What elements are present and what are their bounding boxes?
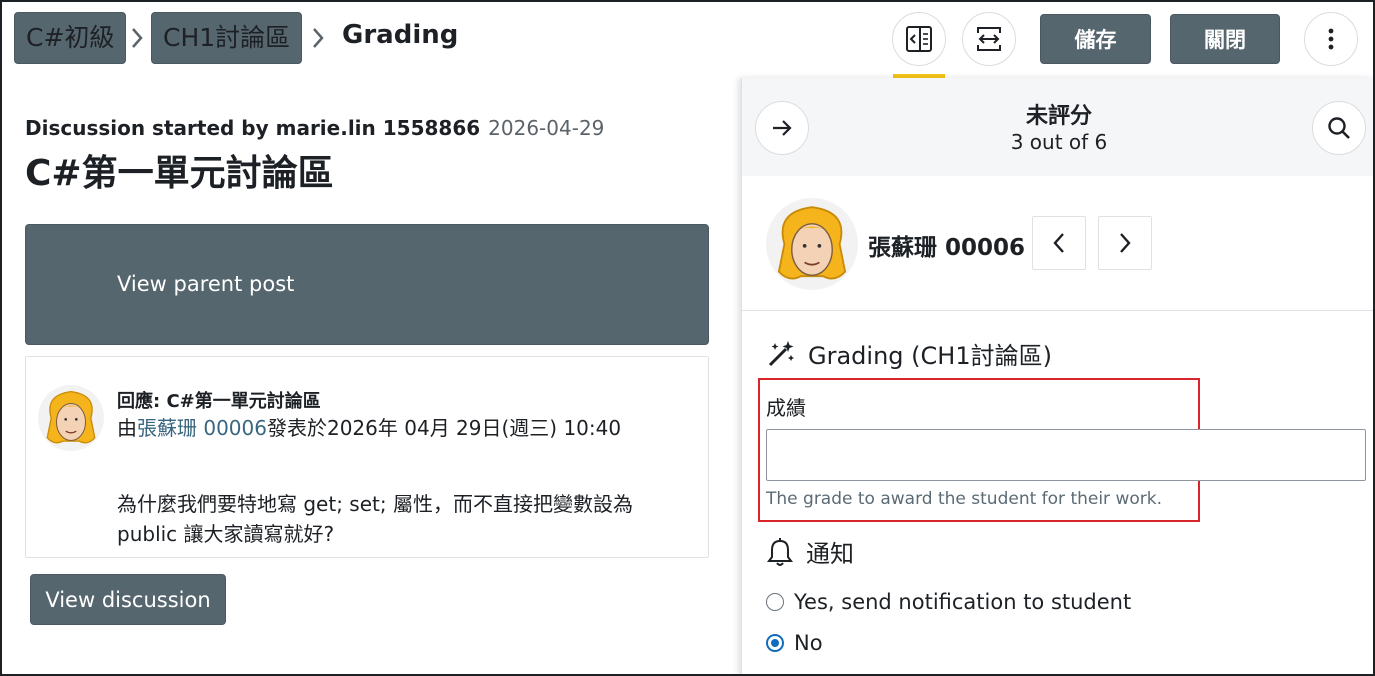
- notification-heading-label: 通知: [806, 540, 854, 568]
- grade-help-text: The grade to award the student for their…: [766, 489, 1162, 509]
- reply-author-link[interactable]: 張蘇珊 00006: [137, 416, 267, 440]
- notify-no-radio[interactable]: [766, 634, 784, 652]
- grading-panel: 未評分 3 out of 6 張蘇珊 00006 Grading (CH1討論區…: [741, 78, 1375, 676]
- avatar: [38, 385, 104, 451]
- view-parent-post-button[interactable]: View parent post: [25, 224, 709, 345]
- grading-heading: Grading (CH1討論區): [766, 336, 1052, 371]
- expand-view-icon: [977, 27, 1001, 51]
- notification-heading: 通知: [766, 534, 854, 569]
- more-options-icon: [1328, 28, 1334, 50]
- collapse-grader-button[interactable]: [892, 12, 946, 66]
- breadcrumb-item-forum[interactable]: CH1討論區: [151, 12, 303, 64]
- filter-title: 未評分: [1025, 104, 1092, 129]
- notify-yes-label: Yes, send notification to student: [794, 590, 1132, 614]
- reply-post: 回應: C#第一單元討論區 由張蘇珊 00006發表於2026年 04月 29日…: [25, 356, 709, 558]
- save-button[interactable]: 儲存: [1040, 14, 1151, 64]
- chevron-right-icon: [313, 28, 324, 48]
- chevron-right-icon: [132, 28, 143, 48]
- divider: [742, 310, 1375, 311]
- reply-meta-prefix: 由: [117, 416, 137, 440]
- grading-panel-header: 未評分 3 out of 6: [742, 78, 1375, 176]
- grading-heading-label: Grading (CH1討論區): [808, 342, 1052, 370]
- filter-count: 3 out of 6: [1010, 130, 1108, 154]
- reply-body: 為什麼我們要特地寫 get; set; 屬性，而不直接把變數設為 public …: [117, 492, 633, 546]
- notify-no-option[interactable]: No: [766, 631, 823, 655]
- view-discussion-button[interactable]: View discussion: [30, 574, 226, 625]
- reply-meta: 由張蘇珊 00006發表於2026年 04月 29日(週三) 10:40: [117, 412, 621, 441]
- next-student-button[interactable]: [1098, 216, 1152, 270]
- chevron-right-icon: [1120, 233, 1131, 253]
- search-button[interactable]: [1312, 101, 1366, 155]
- discussion-title: C#第一單元討論區: [25, 153, 334, 194]
- reply-subject: 回應: C#第一單元討論區: [117, 391, 321, 412]
- student-avatar: [766, 198, 858, 290]
- started-date: 2026-04-29: [488, 116, 605, 140]
- search-icon: [1328, 117, 1350, 139]
- student-name: 張蘇珊 00006: [868, 235, 1026, 261]
- collapse-grader-icon: [906, 26, 932, 52]
- previous-student-button[interactable]: [1032, 216, 1086, 270]
- expand-view-button[interactable]: [962, 12, 1016, 66]
- notify-no-label: No: [794, 631, 823, 655]
- grade-input[interactable]: [766, 429, 1366, 481]
- breadcrumb-item-course[interactable]: C#初級: [14, 12, 127, 64]
- close-button[interactable]: 關閉: [1170, 14, 1280, 64]
- more-options-button[interactable]: [1304, 12, 1358, 66]
- bell-icon: [767, 537, 793, 566]
- breadcrumb-current: Grading: [342, 20, 459, 50]
- chevron-left-icon: [1053, 233, 1064, 253]
- grade-label: 成績: [766, 396, 806, 420]
- notify-yes-radio[interactable]: [766, 593, 784, 611]
- reply-meta-date: 發表於2026年 04月 29日(週三) 10:40: [266, 416, 622, 440]
- discussion-started-by: Discussion started by marie.lin 1558866 2…: [25, 116, 604, 140]
- notify-yes-option[interactable]: Yes, send notification to student: [766, 590, 1131, 614]
- magic-wand-icon: [768, 340, 794, 366]
- started-by-text: Discussion started by marie.lin 1558866: [25, 116, 481, 140]
